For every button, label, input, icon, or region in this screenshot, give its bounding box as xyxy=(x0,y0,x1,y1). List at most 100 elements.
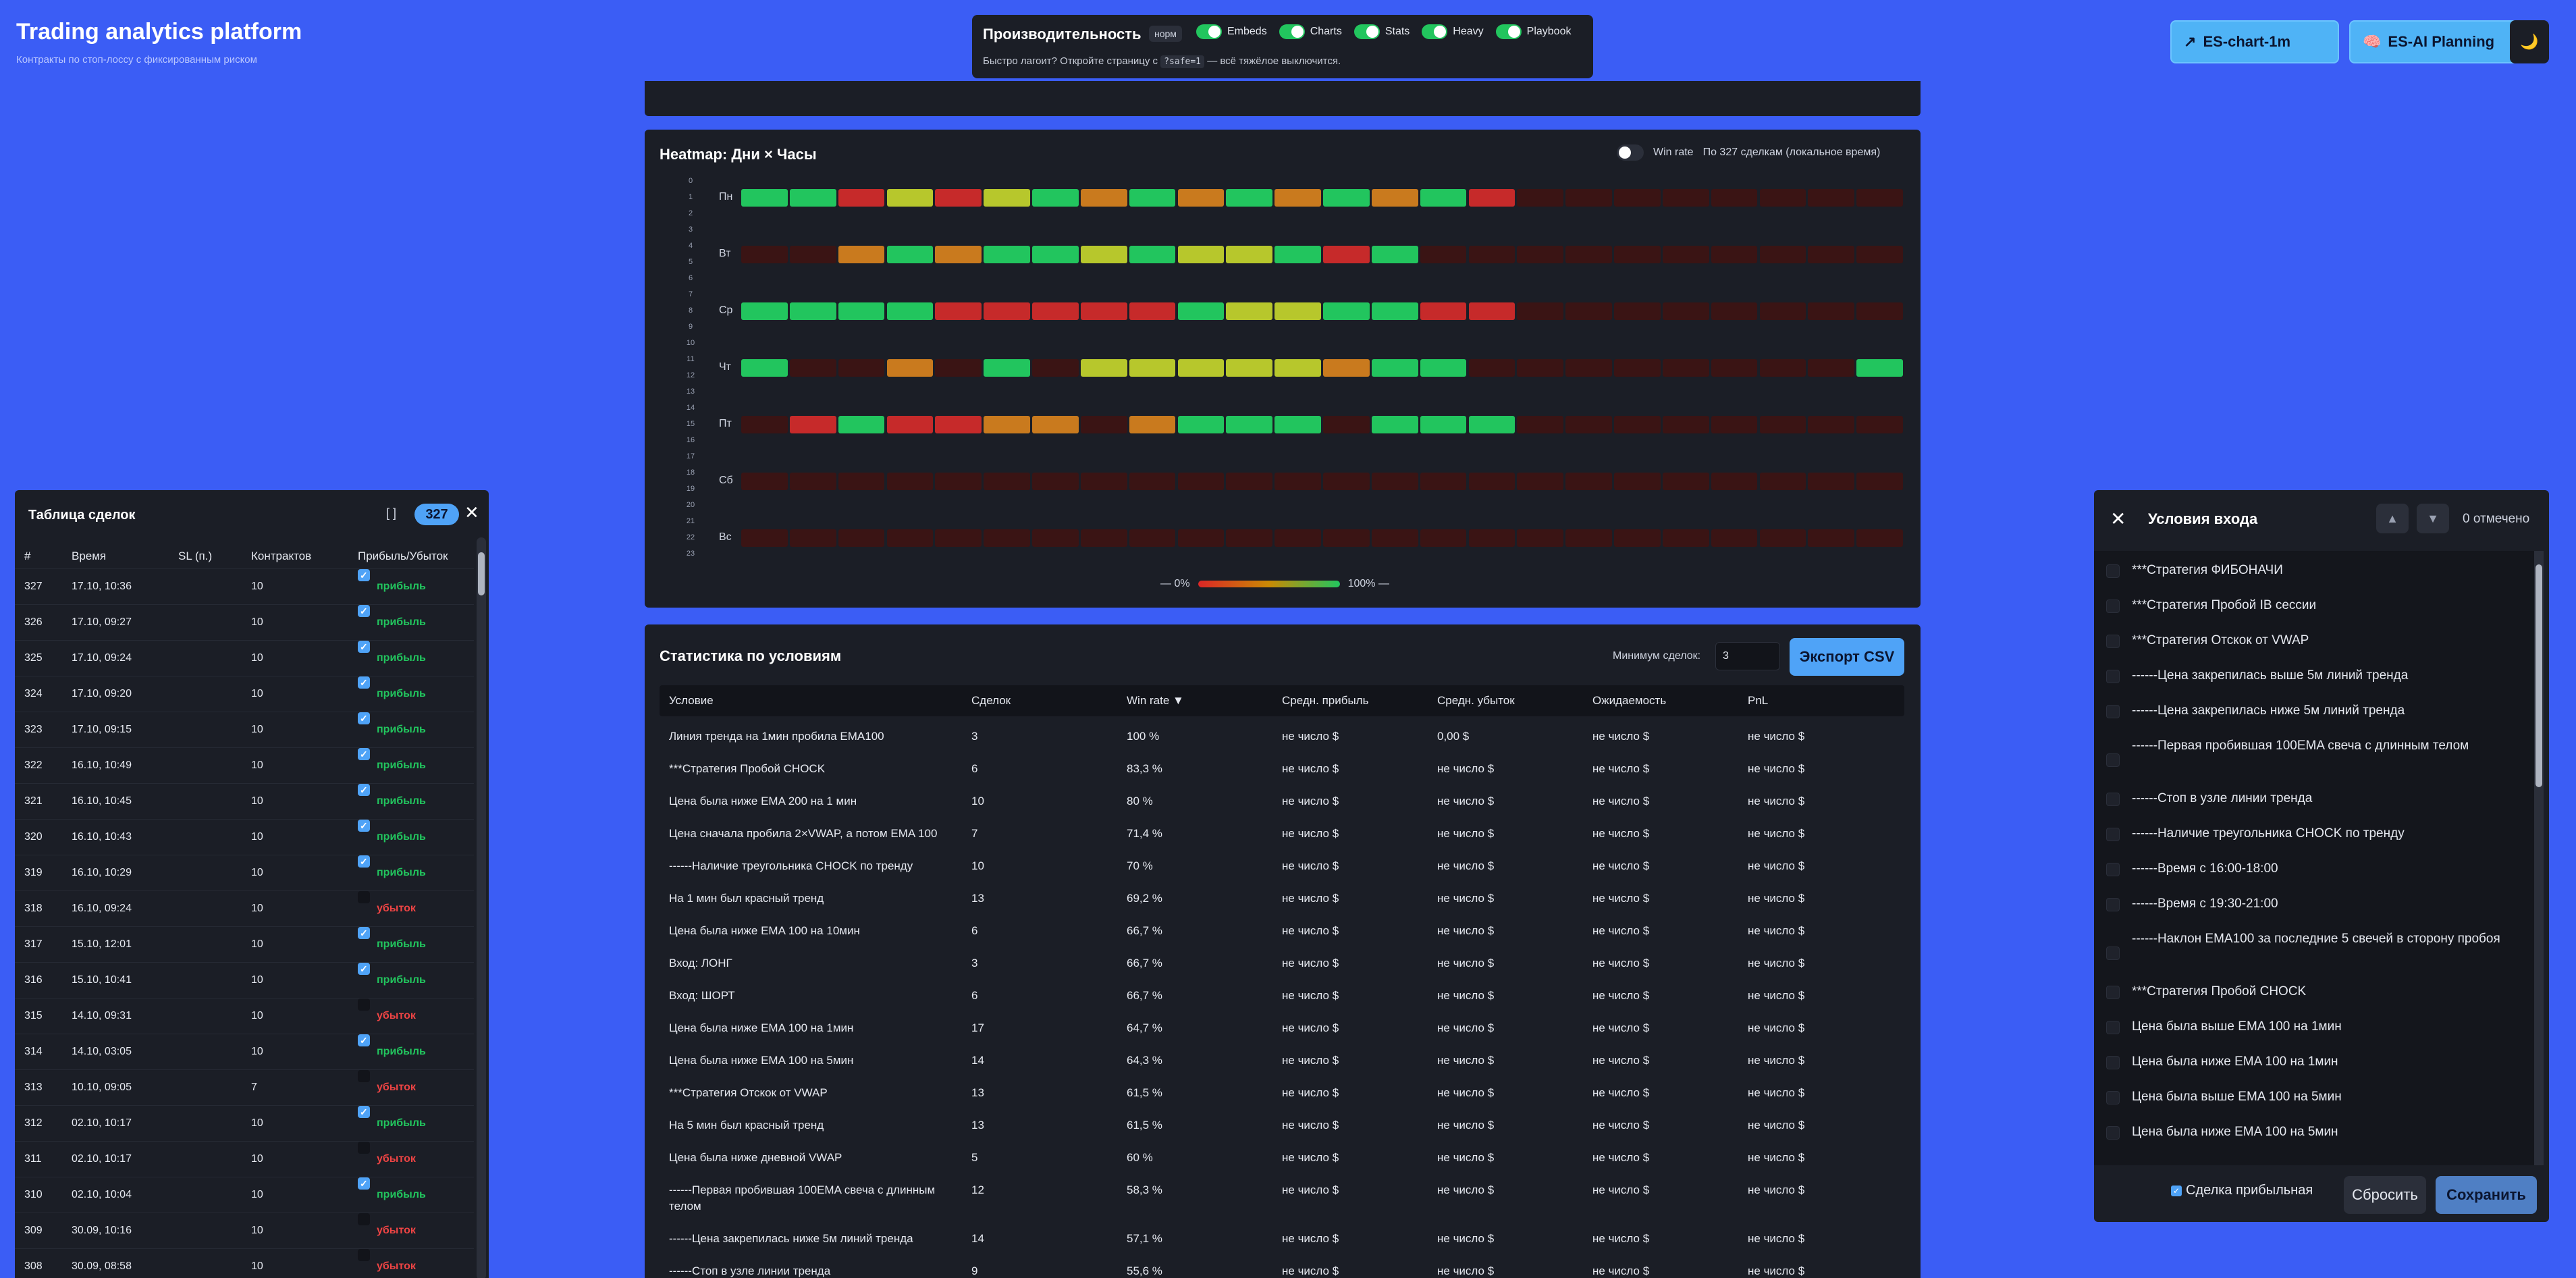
condition-checkbox[interactable] xyxy=(2106,1056,2120,1069)
toggle-switch[interactable] xyxy=(1353,24,1380,39)
arrow-down-icon[interactable]: ▼ xyxy=(2417,504,2449,533)
heatmap-cell[interactable] xyxy=(1323,246,1370,263)
heatmap-cell[interactable] xyxy=(1323,189,1370,207)
heatmap-cell[interactable] xyxy=(1856,529,1903,547)
heatmap-cell[interactable] xyxy=(1759,359,1806,377)
close-icon[interactable]: ✕ xyxy=(2110,508,2126,530)
table-row[interactable]: 319 16.10, 10:29 10 прибыль xyxy=(15,844,474,890)
heatmap-cell[interactable] xyxy=(1371,189,1418,207)
table-row[interactable]: 308 30.09, 08:58 10 убыток xyxy=(15,1248,474,1278)
heatmap-cell[interactable] xyxy=(1614,359,1661,377)
es-chart-button[interactable]: ↗ ES-chart-1m xyxy=(2170,20,2339,63)
heatmap-cell[interactable] xyxy=(1565,302,1612,320)
heatmap-cell[interactable] xyxy=(1371,246,1418,263)
heatmap-cell[interactable] xyxy=(886,416,934,433)
result-checkbox[interactable] xyxy=(358,1023,370,1058)
heatmap-cell[interactable] xyxy=(1856,416,1903,433)
heatmap-cell[interactable] xyxy=(1517,416,1564,433)
heatmap-cell[interactable] xyxy=(984,473,1030,490)
heatmap-cell[interactable] xyxy=(1565,246,1612,263)
heatmap-cell[interactable] xyxy=(1662,246,1709,263)
heatmap-cell[interactable] xyxy=(1129,359,1176,377)
heatmap-cell[interactable] xyxy=(984,246,1030,263)
condition-checkbox[interactable] xyxy=(2106,635,2120,648)
heatmap-cell[interactable] xyxy=(1420,473,1467,490)
table-row[interactable]: 323 17.10, 09:15 10 прибыль xyxy=(15,701,474,747)
table-row[interactable]: 326 17.10, 09:27 10 прибыль xyxy=(15,593,474,639)
heatmap-cell[interactable] xyxy=(1032,246,1079,263)
heatmap-cell[interactable] xyxy=(1517,246,1564,263)
heatmap-cell[interactable] xyxy=(1323,416,1370,433)
heatmap-cell[interactable] xyxy=(1565,359,1612,377)
heatmap-cell[interactable] xyxy=(741,246,788,263)
heatmap-cell[interactable] xyxy=(1371,416,1418,433)
heatmap-cell[interactable] xyxy=(1711,473,1758,490)
heatmap-cell[interactable] xyxy=(1177,416,1225,433)
heatmap-cell[interactable] xyxy=(1420,416,1467,433)
condition-item[interactable]: Цена была выше EMA 100 на 5мин xyxy=(2106,1088,2511,1123)
heatmap-cell[interactable] xyxy=(741,359,788,377)
table-row[interactable]: 312 02.10, 10:17 10 прибыль xyxy=(15,1094,474,1140)
heatmap-cell[interactable] xyxy=(886,246,934,263)
heatmap-cell[interactable] xyxy=(1468,189,1515,207)
heatmap-cell[interactable] xyxy=(935,246,982,263)
heatmap-cell[interactable] xyxy=(741,189,788,207)
heatmap-cell[interactable] xyxy=(984,302,1030,320)
heatmap-cell[interactable] xyxy=(886,189,934,207)
heatmap-cell[interactable] xyxy=(1468,529,1515,547)
expand-button[interactable]: [ ] xyxy=(386,506,396,521)
heatmap-cell[interactable] xyxy=(1274,359,1321,377)
heatmap-cell[interactable] xyxy=(1517,529,1564,547)
heatmap-cell[interactable] xyxy=(1614,302,1661,320)
condition-checkbox[interactable] xyxy=(2106,670,2120,683)
min-trades-input[interactable] xyxy=(1715,642,1780,670)
result-checkbox[interactable] xyxy=(358,999,370,1011)
heatmap-cell[interactable] xyxy=(1517,189,1564,207)
perf-toggle-stats[interactable]: Stats xyxy=(1353,24,1410,39)
heatmap-cell[interactable] xyxy=(935,529,982,547)
heatmap-cell[interactable] xyxy=(1565,473,1612,490)
heatmap-cell[interactable] xyxy=(1032,302,1079,320)
condition-item[interactable]: ------Цена закрепилась ниже 5м линий тре… xyxy=(2106,702,2511,737)
heatmap-cell[interactable] xyxy=(1323,359,1370,377)
heatmap-cell[interactable] xyxy=(838,189,885,207)
heatmap-cell[interactable] xyxy=(1323,473,1370,490)
heatmap-cell[interactable] xyxy=(1129,416,1176,433)
toggle-switch[interactable] xyxy=(1279,24,1305,39)
heatmap-cell[interactable] xyxy=(1808,302,1855,320)
heatmap-cell[interactable] xyxy=(1856,359,1903,377)
table-row[interactable]: 315 14.10, 09:31 10 убыток xyxy=(15,998,474,1033)
heatmap-cell[interactable] xyxy=(1711,302,1758,320)
heatmap-cell[interactable] xyxy=(1662,359,1709,377)
theme-toggle-button[interactable]: 🌙 xyxy=(2510,20,2549,63)
heatmap-cell[interactable] xyxy=(1856,246,1903,263)
heatmap-cell[interactable] xyxy=(886,359,934,377)
heatmap-cell[interactable] xyxy=(838,529,885,547)
heatmap-cell[interactable] xyxy=(789,246,836,263)
heatmap-cell[interactable] xyxy=(1808,359,1855,377)
perf-toggle-playbook[interactable]: Playbook xyxy=(1495,24,1571,39)
heatmap-cell[interactable] xyxy=(1080,416,1127,433)
heatmap-cell[interactable] xyxy=(1711,246,1758,263)
condition-checkbox[interactable] xyxy=(2106,564,2120,578)
heatmap-cell[interactable] xyxy=(838,416,885,433)
heatmap-cell[interactable] xyxy=(1129,302,1176,320)
result-checkbox[interactable] xyxy=(358,1213,370,1225)
table-row[interactable]: 309 30.09, 10:16 10 убыток xyxy=(15,1213,474,1248)
heatmap-cell[interactable] xyxy=(935,416,982,433)
result-checkbox[interactable] xyxy=(358,891,370,903)
heatmap-cell[interactable] xyxy=(1808,416,1855,433)
heatmap-cell[interactable] xyxy=(886,302,934,320)
heatmap-cell[interactable] xyxy=(1226,189,1273,207)
heatmap-cell[interactable] xyxy=(789,416,836,433)
heatmap-cell[interactable] xyxy=(1808,246,1855,263)
table-row[interactable]: 318 16.10, 09:24 10 убыток xyxy=(15,890,474,926)
heatmap-cell[interactable] xyxy=(1080,189,1127,207)
perf-toggle-heavy[interactable]: Heavy xyxy=(1422,24,1484,39)
heatmap-cell[interactable] xyxy=(741,416,788,433)
heatmap-cell[interactable] xyxy=(1032,473,1079,490)
heatmap-cell[interactable] xyxy=(1226,246,1273,263)
condition-item[interactable]: ------Время с 16:00-18:00 xyxy=(2106,860,2511,895)
heatmap-cell[interactable] xyxy=(838,302,885,320)
result-checkbox[interactable] xyxy=(358,1070,370,1082)
